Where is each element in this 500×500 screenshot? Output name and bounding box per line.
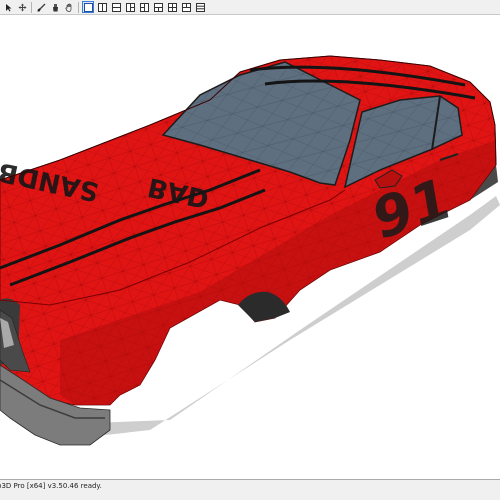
layout-three-bottom-icon[interactable] <box>180 1 192 13</box>
layout-two-horizontal-icon[interactable] <box>110 1 122 13</box>
hand-icon[interactable] <box>63 1 75 13</box>
layout-two-vertical-icon[interactable] <box>96 1 108 13</box>
brush-icon[interactable] <box>35 1 47 13</box>
layout-three-rows-icon[interactable] <box>194 1 206 13</box>
layout-three-left-icon[interactable] <box>124 1 136 13</box>
paint-bucket-icon[interactable] <box>49 1 61 13</box>
move-icon[interactable] <box>16 1 28 13</box>
layout-four-icon[interactable] <box>166 1 178 13</box>
car-model-render: BAD SANDBOX 91 <box>0 55 500 446</box>
3d-viewport[interactable]: BAD SANDBOX 91 <box>0 15 500 479</box>
select-arrow-icon[interactable] <box>2 1 14 13</box>
status-text: p3D Pro [x64] v3.50.46 ready. <box>0 482 102 490</box>
toolbar-separator <box>31 1 32 13</box>
status-bar: p3D Pro [x64] v3.50.46 ready. <box>0 479 500 500</box>
layout-three-top-icon[interactable] <box>152 1 164 13</box>
toolbar <box>0 0 500 15</box>
layout-single-icon[interactable] <box>82 1 94 13</box>
layout-three-right-icon[interactable] <box>138 1 150 13</box>
toolbar-separator <box>78 1 79 13</box>
